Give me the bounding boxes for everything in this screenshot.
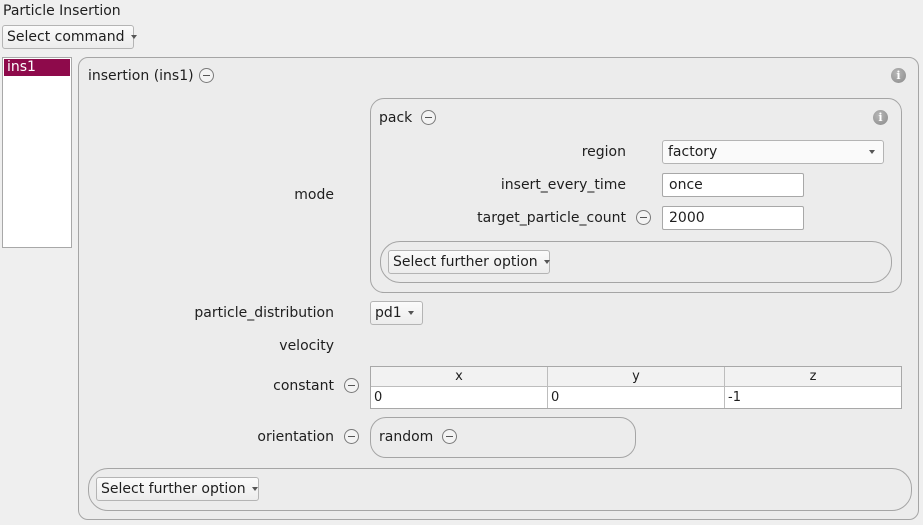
insertion-info-icon[interactable]: i [891, 68, 906, 83]
target-particle-count-label: target_particle_count [477, 210, 626, 226]
pack-info-icon[interactable]: i [873, 110, 888, 125]
region-dropdown[interactable]: factory [662, 140, 884, 164]
velocity-label: velocity [279, 338, 334, 354]
mode-label: mode [294, 187, 334, 203]
insert-every-time-input[interactable]: once [662, 173, 804, 197]
table-cell-x[interactable]: 0 [371, 387, 548, 408]
remove-constant-icon[interactable] [344, 378, 359, 393]
select-command-dropdown[interactable]: Select command [2, 25, 137, 49]
remove-orientation-icon[interactable] [344, 429, 359, 444]
insert-every-time-label: insert_every_time [500, 177, 626, 193]
table-header-y: y [548, 367, 725, 387]
particle-distribution-label: particle_distribution [194, 305, 334, 321]
target-particle-count-input[interactable]: 2000 [662, 206, 804, 230]
remove-target-particle-count-icon[interactable] [636, 210, 651, 225]
table-header-z: z [725, 367, 901, 387]
constant-label: constant [273, 378, 334, 394]
pack-further-option-label: Select further option [393, 254, 538, 270]
table-cell-z[interactable]: -1 [725, 387, 901, 408]
table-cell-y[interactable]: 0 [548, 387, 725, 408]
dropdown-arrow-icon [869, 150, 875, 154]
region-label: region [581, 144, 626, 160]
remove-insertion-icon[interactable] [199, 68, 214, 83]
command-list-item-ins1[interactable]: ins1 [4, 59, 70, 76]
remove-pack-icon[interactable] [421, 110, 436, 125]
insertion-further-option-label: Select further option [101, 481, 246, 497]
command-list[interactable]: ins1 [2, 57, 72, 248]
page-title: Particle Insertion [3, 3, 121, 19]
orientation-value: random [379, 429, 434, 445]
particle-distribution-dropdown[interactable]: pd1 [370, 301, 423, 325]
pack-header: pack [379, 110, 413, 126]
pack-further-option-dropdown[interactable]: Select further option [388, 250, 550, 274]
insertion-header: insertion (ins1) [88, 68, 194, 84]
select-command-label: Select command [7, 29, 125, 45]
orientation-label: orientation [257, 429, 334, 445]
dropdown-arrow-icon [251, 487, 258, 491]
particle-distribution-value: pd1 [375, 305, 402, 321]
remove-orientation-value-icon[interactable] [442, 429, 457, 444]
velocity-constant-table: x y z 0 0 -1 [370, 366, 902, 409]
region-value: factory [668, 144, 718, 160]
dropdown-arrow-icon [130, 35, 137, 39]
insertion-further-option-dropdown[interactable]: Select further option [96, 477, 259, 501]
table-header-x: x [371, 367, 548, 387]
dropdown-arrow-icon [407, 311, 414, 315]
dropdown-arrow-icon [543, 260, 550, 264]
